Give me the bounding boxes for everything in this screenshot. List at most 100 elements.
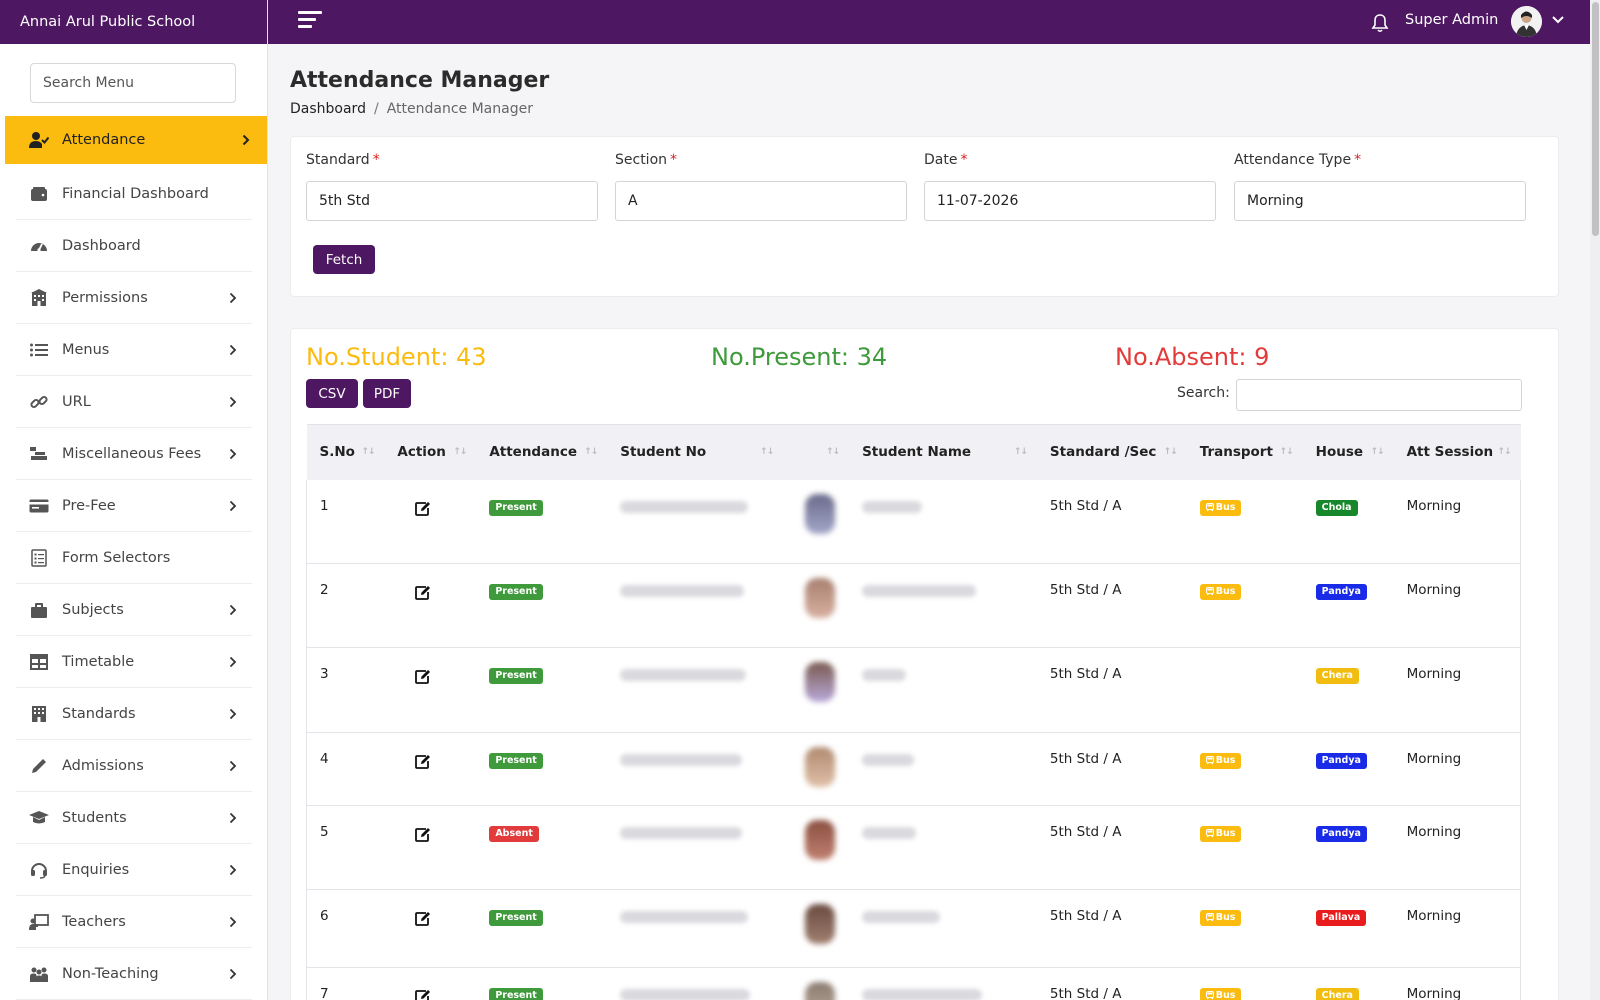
sidebar-item-permissions[interactable]: Permissions	[16, 272, 252, 324]
table-row[interactable]: 1 Present 5th Std / A Bus Chola Morning	[306, 479, 1521, 564]
edit-icon[interactable]	[415, 989, 431, 1000]
attendance-type-input[interactable]	[1234, 181, 1526, 221]
sidebar-item-attendance[interactable]: Attendance	[5, 116, 267, 164]
transport-badge: Bus	[1199, 499, 1242, 516]
table-row[interactable]: 5 Absent 5th Std / A Bus Pandya Morning	[306, 805, 1521, 890]
sidebar-item-admissions[interactable]: Admissions	[16, 740, 252, 792]
sidebar-item-miscellaneous-fees[interactable]: Miscellaneous Fees	[16, 428, 252, 480]
pdf-button[interactable]: PDF	[363, 379, 411, 408]
column-header-att-session[interactable]: Att Session ↑↓	[1393, 424, 1521, 480]
column-header-action[interactable]: Action ↑↓	[384, 424, 477, 480]
sidebar-item-teachers[interactable]: Teachers	[16, 896, 252, 948]
column-header-photo[interactable]: ↑↓	[783, 424, 850, 480]
csv-button[interactable]: CSV	[306, 379, 358, 408]
avatar[interactable]	[1511, 6, 1542, 37]
table-row[interactable]: 6 Present 5th Std / A Bus Pallava Morning	[306, 889, 1521, 968]
sort-icon[interactable]: ↑↓	[1280, 447, 1294, 457]
cell-attendance: Present	[476, 564, 607, 648]
sidebar: Annai Arul Public School Attendance Finan…	[0, 0, 268, 1000]
sort-icon[interactable]: ↑↓	[361, 447, 375, 457]
table-search-input[interactable]	[1236, 379, 1522, 411]
page-title: Attendance Manager	[290, 68, 550, 93]
attendance-type-label: Attendance Type *	[1234, 152, 1362, 168]
cell-session: Morning	[1393, 889, 1521, 968]
sidebar-item-label: Miscellaneous Fees	[62, 445, 202, 462]
table-row[interactable]: 2 Present 5th Std / A Bus Pandya Morning	[306, 563, 1521, 648]
cell-student-name	[849, 733, 1037, 806]
house-badge: Pandya	[1315, 753, 1367, 769]
cell-transport: Bus	[1187, 806, 1303, 890]
sidebar-item-enquiries[interactable]: Enquiries	[16, 844, 252, 896]
sidebar-item-students[interactable]: Students	[16, 792, 252, 844]
chevron-down-icon[interactable]	[1552, 16, 1564, 24]
page-scrollbar[interactable]	[1590, 0, 1600, 1000]
sidebar-item-form-selectors[interactable]: Form Selectors	[16, 532, 252, 584]
column-header-house[interactable]: House ↑↓	[1302, 424, 1394, 480]
scrollbar-thumb[interactable]	[1592, 2, 1599, 236]
cell-session: Morning	[1393, 732, 1521, 806]
sidebar-item-url[interactable]: URL	[16, 376, 252, 428]
sidebar-item-dashboard[interactable]: Dashboard	[16, 220, 252, 272]
sort-icon[interactable]: ↑↓	[826, 447, 840, 457]
edit-icon[interactable]	[415, 585, 431, 604]
date-input[interactable]	[924, 181, 1216, 221]
column-header-student-no[interactable]: Student No ↑↓	[607, 424, 784, 480]
student-name-redacted	[862, 911, 941, 923]
sidebar-item-financial-dashboard[interactable]: Financial Dashboard	[16, 168, 252, 220]
chalkboard-teacher-icon	[29, 912, 49, 932]
cell-session: Morning	[1393, 647, 1521, 733]
fetch-button[interactable]: Fetch	[313, 245, 375, 274]
section-input[interactable]	[615, 181, 907, 221]
edit-icon[interactable]	[415, 827, 431, 846]
house-badge: Chera	[1315, 988, 1359, 1000]
table-row[interactable]: 3 Present 5th Std / A Chera Morning	[306, 647, 1521, 733]
sort-icon[interactable]: ↑↓	[1370, 447, 1384, 457]
date-label: Date *	[924, 152, 968, 168]
sidebar-search-input[interactable]	[30, 63, 236, 103]
sort-icon[interactable]: ↑↓	[1497, 447, 1511, 457]
breadcrumb-home[interactable]: Dashboard	[290, 101, 366, 117]
student-photo	[805, 662, 836, 702]
sort-icon[interactable]: ↑↓	[1014, 447, 1028, 457]
table-icon	[29, 652, 49, 672]
menu-toggle-icon[interactable]	[298, 11, 322, 33]
table-row[interactable]: 4 Present 5th Std / A Bus Pandya Morning	[306, 732, 1521, 806]
bell-icon[interactable]	[1371, 13, 1389, 33]
standard-input[interactable]	[306, 181, 598, 221]
sidebar-item-pre-fee[interactable]: Pre-Fee	[16, 480, 252, 532]
sidebar-item-label: Timetable	[62, 653, 135, 670]
list-icon	[29, 340, 49, 360]
column-header-standard-sec[interactable]: Standard /Sec ↑↓	[1036, 424, 1187, 480]
column-header-label: Student Name	[862, 444, 972, 461]
cell-student-no	[607, 480, 783, 564]
sidebar-item-timetable[interactable]: Timetable	[16, 636, 252, 688]
column-header-s-no[interactable]: S.No ↑↓	[306, 424, 385, 480]
column-header-attendance[interactable]: Attendance ↑↓	[476, 424, 608, 480]
table-row[interactable]: 7 Present 5th Std / A Bus Chera Morning	[306, 967, 1521, 1000]
column-header-label: Transport	[1199, 444, 1273, 461]
edit-icon[interactable]	[415, 501, 431, 520]
attendance-status-badge: Present	[489, 668, 543, 684]
cell-session: Morning	[1393, 563, 1521, 648]
user-name[interactable]: Super Admin	[1405, 12, 1498, 28]
edit-icon[interactable]	[415, 669, 431, 688]
student-count: No.Student: 43	[306, 343, 487, 371]
sidebar-item-non-teaching[interactable]: Non-Teaching	[16, 948, 252, 1000]
chevron-right-icon	[228, 760, 238, 772]
edit-icon[interactable]	[415, 911, 431, 930]
sidebar-item-standards[interactable]: Standards	[16, 688, 252, 740]
sort-icon[interactable]: ↑↓	[584, 447, 598, 457]
standard-label: Standard *	[306, 152, 380, 168]
cell-session: Morning	[1393, 805, 1521, 890]
cell-student-no	[607, 806, 783, 890]
sort-icon[interactable]: ↑↓	[1164, 447, 1178, 457]
column-header-student-name[interactable]: Student Name ↑↓	[849, 424, 1037, 480]
sort-icon[interactable]: ↑↓	[760, 447, 774, 457]
edit-icon[interactable]	[415, 754, 431, 773]
student-photo	[805, 747, 836, 787]
sort-icon[interactable]: ↑↓	[453, 447, 467, 457]
sidebar-item-menus[interactable]: Menus	[16, 324, 252, 376]
sidebar-item-subjects[interactable]: Subjects	[16, 584, 252, 636]
cell-session: Morning	[1393, 967, 1521, 1000]
column-header-transport[interactable]: Transport ↑↓	[1186, 424, 1303, 480]
